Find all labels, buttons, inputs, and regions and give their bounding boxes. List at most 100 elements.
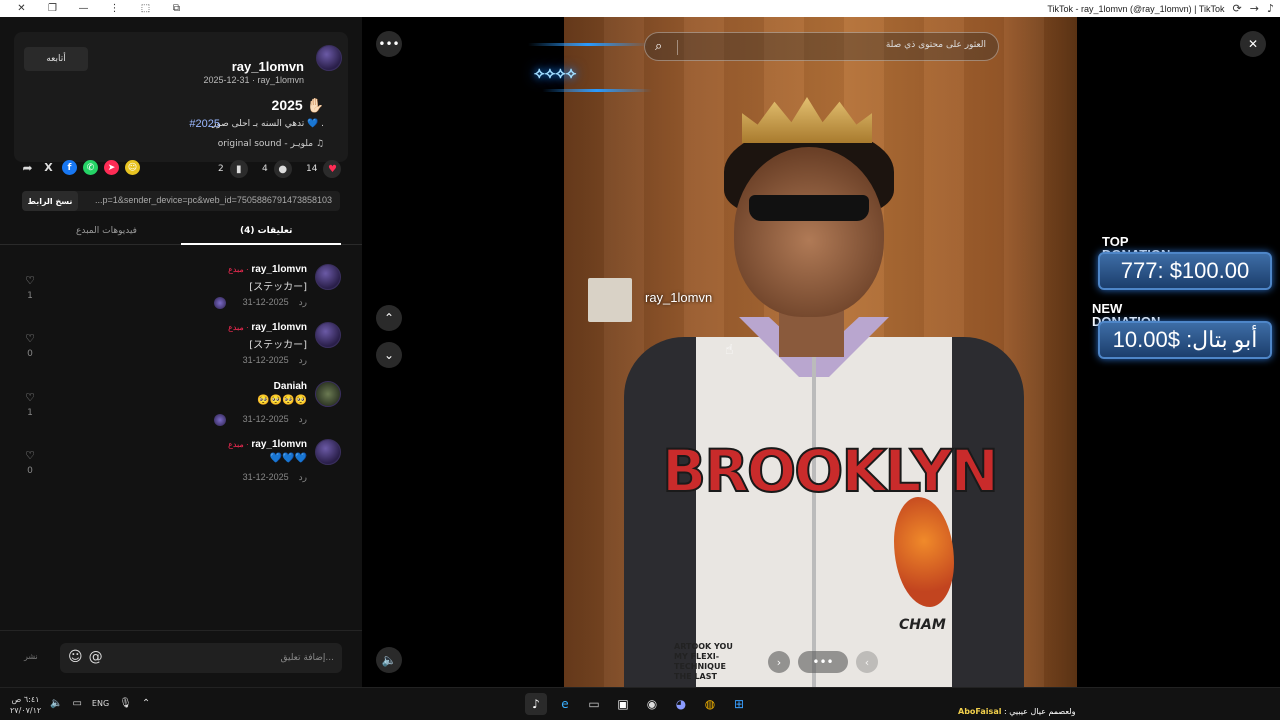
commenter-name[interactable]: مبدع · ray_1lomvn xyxy=(228,322,307,333)
video-search-bar[interactable]: ⌕ العثور على محتوى ذي صلة xyxy=(644,32,999,61)
discord-app-icon[interactable]: ◕ xyxy=(670,693,692,715)
comment-stat[interactable]: 4 ● xyxy=(262,160,292,178)
jacket-small-print: ARTOOK YOU MY FLEXI- TECHNIQUE THE LAST xyxy=(674,642,733,682)
comment-like-icon[interactable]: ♡ xyxy=(22,274,38,287)
title-right: TikTok - ray_1lomvn (@ray_1lomvn) | TikT… xyxy=(1047,2,1280,15)
tiktok-icon[interactable]: ♪ xyxy=(1267,2,1274,15)
close-icon[interactable]: ✕ xyxy=(6,0,37,17)
comment-like-icon[interactable]: ♡ xyxy=(22,449,38,462)
windows-app-icon[interactable]: ⊞ xyxy=(728,693,750,715)
video-frame[interactable]: BROOKLYN ARTOOK YOU MY FLEXI- TECHNIQUE … xyxy=(564,17,1077,687)
carousel-dots[interactable]: ••• xyxy=(798,651,848,673)
sound-link[interactable]: original sound - ملويـر ♫ xyxy=(218,139,324,149)
follow-button[interactable]: أتابعه xyxy=(24,47,88,71)
search-icon[interactable]: ⌕ xyxy=(655,39,662,54)
carousel-next-icon[interactable]: › xyxy=(768,651,790,673)
hashtag-link[interactable]: #2025 xyxy=(189,118,220,130)
post-comment-button[interactable]: نشر xyxy=(24,652,38,661)
commenter-avatar[interactable] xyxy=(315,439,341,465)
commenter-avatar[interactable] xyxy=(315,322,341,348)
copy-link-button[interactable]: نسخ الرابط xyxy=(22,191,78,211)
commenter-name[interactable]: مبدع · ray_1lomvn xyxy=(228,264,307,275)
display-icon[interactable]: ▭ xyxy=(72,698,81,709)
search-divider xyxy=(677,40,678,55)
microphone-icon[interactable]: 🎙 xyxy=(119,698,132,709)
comment-compose-bar: نشر ☺ @ إضافة تعليق... xyxy=(0,630,362,687)
volume-icon[interactable]: 🔈 xyxy=(376,647,402,673)
comment-input[interactable]: ☺ @ إضافة تعليق... xyxy=(60,643,342,673)
speaker-icon[interactable]: 🔈 xyxy=(50,698,62,709)
ticker-name: AboFaisal xyxy=(958,707,1002,716)
extensions-icon[interactable]: ⬚ xyxy=(130,0,161,17)
reply-button[interactable]: رد xyxy=(299,355,307,365)
close-video-icon[interactable]: ✕ xyxy=(1240,31,1266,57)
clock[interactable]: ٦:٤١ ص ٢٧/٠٧/١٢ xyxy=(10,694,41,716)
next-video-icon[interactable]: ⌄ xyxy=(376,342,402,368)
post-detail-panel: أتابعه ray_1lomvn 2025-12-31 · ray_1lomv… xyxy=(0,17,362,687)
share-link-row: نسخ الرابط ...p=1&sender_device=pc&web_i… xyxy=(22,191,340,211)
author-username[interactable]: ray_1lomvn xyxy=(232,59,304,74)
window-title: TikTok - ray_1lomvn (@ray_1lomvn) | TikT… xyxy=(1047,3,1225,14)
comment-like-icon[interactable]: ♡ xyxy=(22,391,38,404)
telegram-icon[interactable]: ➤ xyxy=(104,160,119,175)
pin-icon[interactable]: ⧉ xyxy=(161,0,192,17)
jacket-zipper xyxy=(812,357,816,687)
comment-like-count: 0 xyxy=(27,466,33,476)
language-indicator[interactable]: ENG xyxy=(92,699,109,708)
comment-meta: رد 2025-12-31 xyxy=(243,414,307,425)
windows-taskbar: ٦:٤١ ص ٢٧/٠٧/١٢ 🔈 ▭ ENG 🎙 ⌃ ♪ e ▭ ▣ ◉ ◕ … xyxy=(0,687,1280,720)
tiktok-app-icon[interactable]: ♪ xyxy=(525,693,547,715)
chat-ticker: AboFaisal : ولعصمم عيال عيبيي xyxy=(958,707,1076,716)
whatsapp-icon[interactable]: ✆ xyxy=(83,160,98,175)
tab-creator-videos[interactable]: فيديوهات المبدع xyxy=(76,226,137,236)
chevron-up-icon[interactable]: ⌃ xyxy=(142,698,150,709)
comment-like-count: 0 xyxy=(27,349,33,359)
tab-comments[interactable]: تعليقات (4) xyxy=(240,226,292,236)
more-options-icon[interactable]: ••• xyxy=(376,31,402,57)
commenter-name[interactable]: Daniah xyxy=(274,381,307,392)
author-avatar[interactable] xyxy=(316,45,342,71)
terminal-app-icon[interactable]: ▭ xyxy=(583,693,605,715)
x-icon[interactable]: X xyxy=(41,160,56,175)
emoji-share-icon[interactable]: ☺ xyxy=(125,160,140,175)
comment-icon[interactable]: ● xyxy=(273,160,292,178)
top-donation-box: 777: $100.00 xyxy=(1098,252,1272,290)
comment-tabs: فيديوهات المبدع تعليقات (4) xyxy=(0,221,362,245)
sound-label: original sound - ملويـر xyxy=(217,139,314,149)
reply-button[interactable]: رد xyxy=(299,472,307,482)
facebook-icon[interactable]: f xyxy=(62,160,77,175)
reply-button[interactable]: رد xyxy=(299,414,307,424)
comment-placeholder: إضافة تعليق... xyxy=(280,653,334,663)
creator-badge: مبدع · xyxy=(228,265,249,274)
sunglasses xyxy=(749,195,869,221)
search-placeholder: العثور على محتوى ذي صلة xyxy=(885,40,986,50)
active-tab-indicator xyxy=(181,243,341,245)
share-link-text[interactable]: ...p=1&sender_device=pc&web_id=750588679… xyxy=(95,195,332,205)
comment-date: 2025-12-31 xyxy=(242,297,289,307)
comment-like-icon[interactable]: ♡ xyxy=(22,332,38,345)
carousel-prev-icon[interactable]: ‹ xyxy=(856,651,878,673)
like-stat[interactable]: 14 ♥ xyxy=(306,160,342,178)
emoji-icon[interactable]: ☺ xyxy=(68,649,83,665)
chrome-app-icon[interactable]: ◍ xyxy=(699,693,721,715)
restore-icon[interactable]: ❐ xyxy=(37,0,68,17)
previous-video-icon[interactable]: ⌃ xyxy=(376,305,402,331)
forward-icon[interactable]: → xyxy=(1250,2,1259,15)
heart-icon[interactable]: ♥ xyxy=(323,160,342,178)
edge-app-icon[interactable]: e xyxy=(554,693,576,715)
more-icon[interactable]: ⋮ xyxy=(99,0,130,17)
commenter-avatar[interactable] xyxy=(315,381,341,407)
obs-app-icon[interactable]: ◉ xyxy=(641,693,663,715)
bookmark-icon[interactable]: ▮ xyxy=(229,160,248,178)
minimize-icon[interactable]: — xyxy=(68,0,99,17)
save-stat[interactable]: 2 ▮ xyxy=(218,160,248,178)
commenter-name[interactable]: مبدع · ray_1lomvn xyxy=(228,439,307,450)
commenter-avatar[interactable] xyxy=(315,264,341,290)
mention-icon[interactable]: @ xyxy=(89,649,103,665)
refresh-icon[interactable]: ⟳ xyxy=(1233,2,1242,15)
share-arrow-icon[interactable]: ➦ xyxy=(20,160,35,175)
comment-text: [ステッカー] xyxy=(249,340,307,351)
comment-item: مبدع · ray_1lomvn [ステッカー] رد 2025-12-31 … xyxy=(0,322,362,372)
store-app-icon[interactable]: ▣ xyxy=(612,693,634,715)
reply-button[interactable]: رد xyxy=(299,297,307,307)
